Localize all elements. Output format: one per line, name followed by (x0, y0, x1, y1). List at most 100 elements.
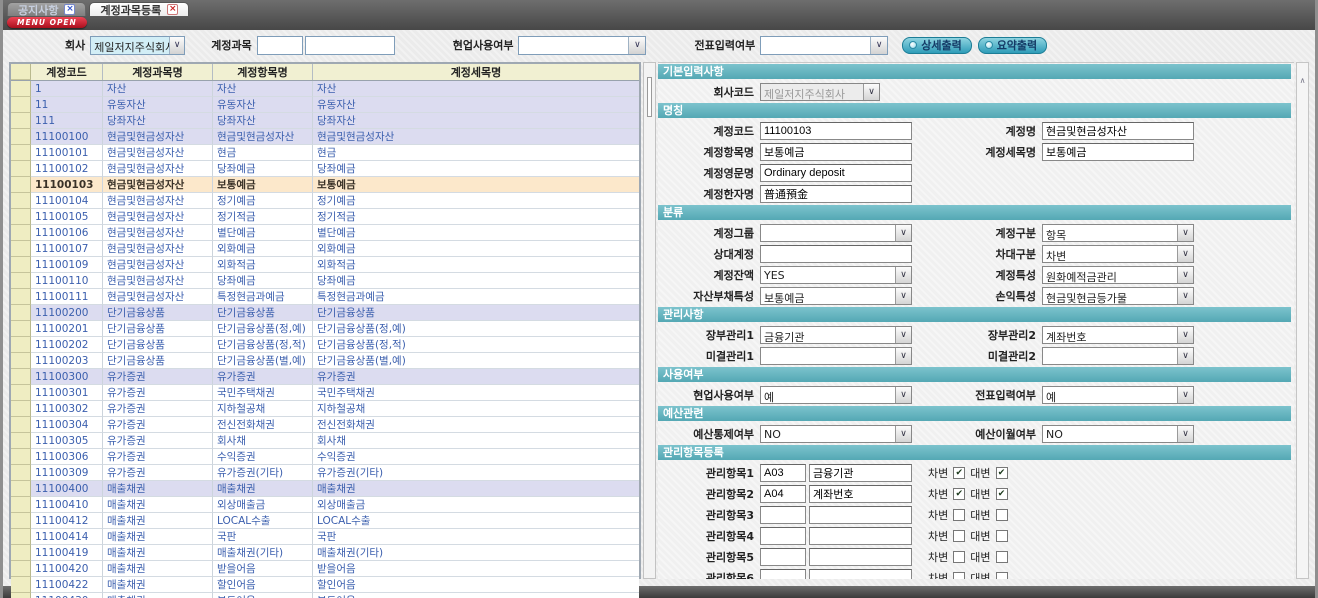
table-cell[interactable]: 11100203 (31, 353, 103, 369)
row-gutter-cell[interactable] (11, 257, 31, 273)
table-row[interactable]: 11100111현금및현금성자산특정현금과예금특정현금과예금 (11, 289, 639, 305)
table-cell[interactable]: 당좌자산 (213, 113, 313, 129)
table-cell[interactable]: 외상매출금 (213, 497, 313, 513)
mgmt-item-4-credit-checkbox[interactable] (996, 530, 1008, 542)
table-cell[interactable]: 정기적금 (213, 209, 313, 225)
table-cell[interactable]: 11100420 (31, 561, 103, 577)
table-cell[interactable]: 현금및현금성자산 (313, 129, 639, 145)
table-cell[interactable]: 11100104 (31, 193, 103, 209)
row-gutter-cell[interactable] (11, 561, 31, 577)
table-cell[interactable]: 11100107 (31, 241, 103, 257)
tab-close-icon[interactable]: × (167, 4, 178, 15)
table-cell[interactable]: 정기예금 (313, 193, 639, 209)
table-cell[interactable]: 111 (31, 113, 103, 129)
table-row[interactable]: 11100414매출채권국판국판 (11, 529, 639, 545)
row-gutter-cell[interactable] (11, 113, 31, 129)
mgmt-item-6-code-input[interactable] (760, 569, 806, 580)
table-cell[interactable]: 11100106 (31, 225, 103, 241)
table-row[interactable]: 11100302유가증권지하철공채지하철공채 (11, 401, 639, 417)
table-row[interactable]: 1자산자산자산 (11, 81, 639, 97)
panel-scrollbar[interactable]: ∧ (1296, 62, 1309, 579)
table-cell[interactable]: 유가증권(기타) (213, 465, 313, 481)
table-scrollbar-thumb[interactable] (647, 77, 652, 117)
table-cell[interactable]: 단기금융상품(정,적) (213, 337, 313, 353)
mgmt-item-2-credit-checkbox[interactable]: ✔ (996, 488, 1008, 500)
mgmt-item-3-debit-checkbox[interactable] (953, 509, 965, 521)
table-cell[interactable]: 11100309 (31, 465, 103, 481)
row-gutter-cell[interactable] (11, 481, 31, 497)
table-cell[interactable]: 외상매출금 (313, 497, 639, 513)
scroll-up-icon[interactable]: ∧ (1297, 75, 1308, 87)
table-cell[interactable]: 현금및현금성자산 (103, 161, 213, 177)
table-cell[interactable]: 11100109 (31, 257, 103, 273)
table-cell[interactable]: 특정현금과예금 (213, 289, 313, 305)
table-row[interactable]: 11100420매출채권받을어음받을어음 (11, 561, 639, 577)
mgmt-item-3-code-input[interactable] (760, 506, 806, 524)
table-cell[interactable]: 보통예금 (213, 177, 313, 193)
mgmt-item-1-credit-checkbox[interactable]: ✔ (996, 467, 1008, 479)
table-cell[interactable]: 단기금융상품(정,예) (213, 321, 313, 337)
row-gutter-cell[interactable] (11, 529, 31, 545)
table-cell[interactable]: 자산 (313, 81, 639, 97)
table-cell[interactable]: 단기금융상품 (103, 321, 213, 337)
table-cell[interactable]: 정기예금 (213, 193, 313, 209)
pending-mgmt-2-select[interactable]: ∨ (1042, 347, 1194, 365)
account-code-input[interactable] (760, 122, 912, 140)
row-gutter-cell[interactable] (11, 449, 31, 465)
table-cell[interactable]: 11100419 (31, 545, 103, 561)
table-cell[interactable]: 현금 (313, 145, 639, 161)
biz-use-select[interactable]: ∨ (518, 36, 646, 55)
row-gutter-cell[interactable] (11, 497, 31, 513)
row-gutter-cell[interactable] (11, 465, 31, 481)
table-cell[interactable]: 유가증권 (103, 417, 213, 433)
table-cell[interactable]: 유가증권 (103, 401, 213, 417)
table-cell[interactable]: 유가증권 (313, 369, 639, 385)
table-row[interactable]: 11100304유가증권전신전화채권전신전화채권 (11, 417, 639, 433)
row-gutter-cell[interactable] (11, 225, 31, 241)
table-cell[interactable]: 유가증권 (213, 369, 313, 385)
table-cell[interactable]: 매출채권(기타) (313, 545, 639, 561)
table-cell[interactable]: 외화예금 (213, 241, 313, 257)
mgmt-item-1-debit-checkbox[interactable]: ✔ (953, 467, 965, 479)
row-gutter-cell[interactable] (11, 369, 31, 385)
table-cell[interactable]: 11100105 (31, 209, 103, 225)
row-gutter-cell[interactable] (11, 81, 31, 97)
mgmt-item-3-credit-checkbox[interactable] (996, 509, 1008, 521)
table-cell[interactable]: 11100103 (31, 177, 103, 193)
table-cell[interactable]: 유가증권(기타) (313, 465, 639, 481)
table-cell[interactable]: 당좌자산 (313, 113, 639, 129)
table-cell[interactable]: 전신전화채권 (213, 417, 313, 433)
table-cell[interactable]: 당좌예금 (313, 161, 639, 177)
tab-close-icon[interactable]: × (64, 4, 75, 15)
table-cell[interactable]: 11100111 (31, 289, 103, 305)
table-cell[interactable]: LOCAL수출 (213, 513, 313, 529)
menu-open-button[interactable]: MENU OPEN (7, 17, 87, 28)
mgmt-item-6-credit-checkbox[interactable] (996, 572, 1008, 580)
table-row[interactable]: 11100110현금및현금성자산당좌예금당좌예금 (11, 273, 639, 289)
table-row[interactable]: 11100422매출채권할인어음할인어음 (11, 577, 639, 593)
row-gutter-cell[interactable] (11, 401, 31, 417)
table-cell[interactable]: 유가증권 (103, 465, 213, 481)
table-cell[interactable]: 보통예금 (313, 177, 639, 193)
account-code-search-input[interactable] (257, 36, 303, 55)
table-cell[interactable]: 외화적금 (213, 257, 313, 273)
table-cell[interactable]: 자산 (103, 81, 213, 97)
summary-print-button[interactable]: 요약출력 (978, 37, 1047, 54)
account-hanja-name-input[interactable] (760, 185, 912, 203)
table-cell[interactable]: 매출채권 (103, 561, 213, 577)
table-cell[interactable]: 외화적금 (313, 257, 639, 273)
mgmt-item-5-name-input[interactable] (809, 548, 912, 566)
table-cell[interactable]: 지하철공채 (313, 401, 639, 417)
row-gutter-cell[interactable] (11, 289, 31, 305)
table-cell[interactable]: 회사채 (313, 433, 639, 449)
table-cell[interactable]: 11100302 (31, 401, 103, 417)
mgmt-item-4-debit-checkbox[interactable] (953, 530, 965, 542)
table-cell[interactable]: 단기금융상품 (103, 337, 213, 353)
row-gutter-cell[interactable] (11, 97, 31, 113)
table-cell[interactable]: 지하철공채 (213, 401, 313, 417)
mgmt-item-3-name-input[interactable] (809, 506, 912, 524)
table-cell[interactable]: 당좌자산 (103, 113, 213, 129)
budget-carryover-select[interactable]: NO∨ (1042, 425, 1194, 443)
table-cell[interactable]: 할인어음 (313, 577, 639, 593)
account-item-name-input[interactable] (760, 143, 912, 161)
